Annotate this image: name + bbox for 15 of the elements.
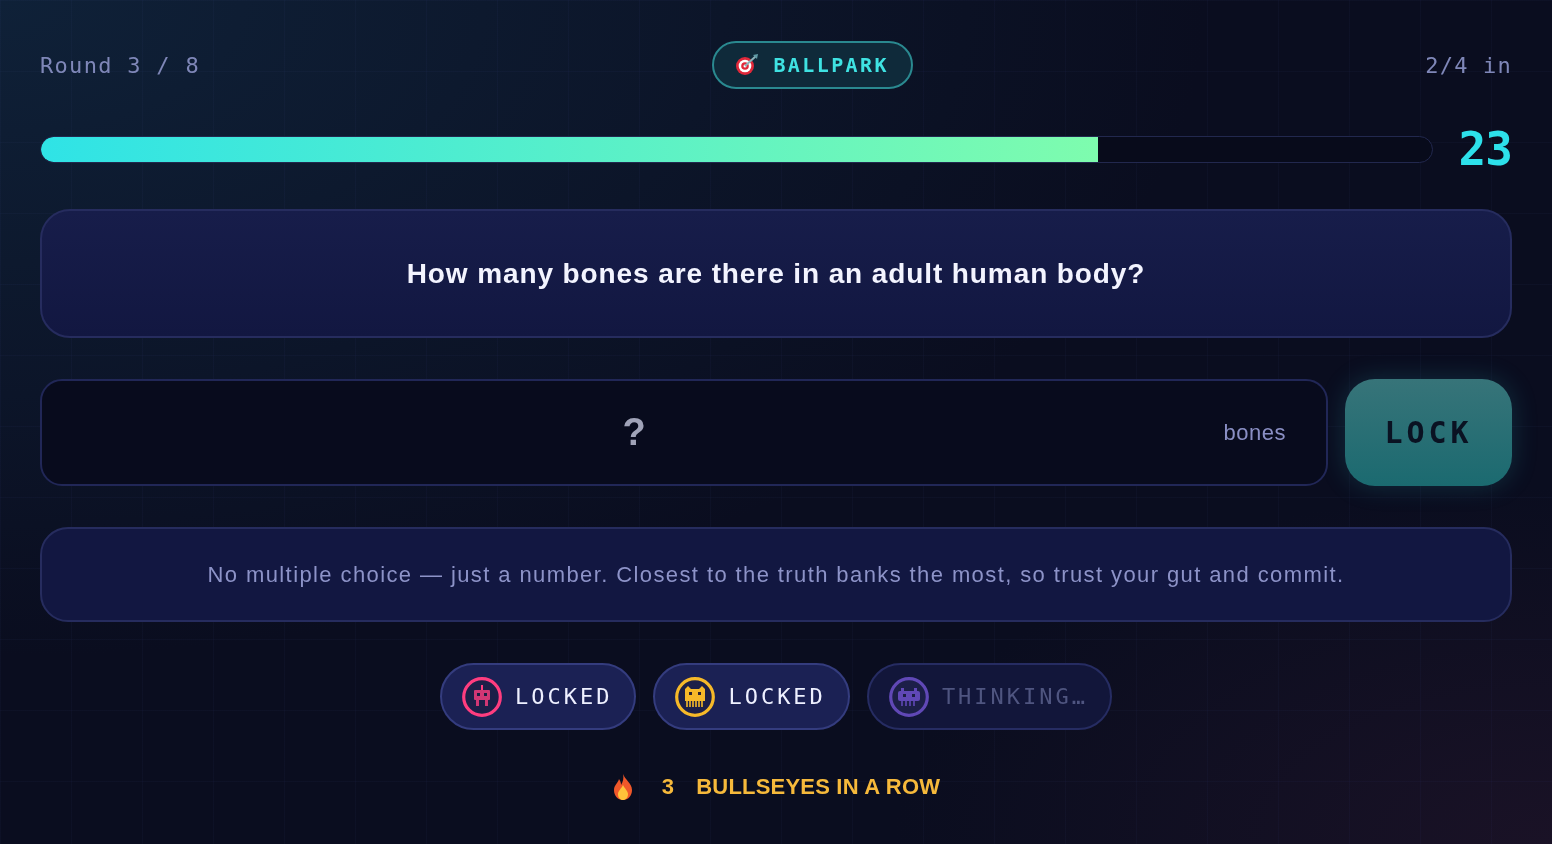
flame-icon <box>611 774 634 800</box>
status-text: THINKING… <box>941 684 1089 709</box>
status-text: LOCKED <box>514 684 613 709</box>
streak-label: BULLSEYES IN A ROW <box>696 774 941 800</box>
lock-button[interactable]: LOCK <box>1345 379 1512 486</box>
unit-label: bones <box>1223 419 1286 446</box>
target-icon <box>735 53 760 77</box>
timer-count: 23 <box>1458 126 1512 172</box>
streak-count: 3 <box>661 774 675 800</box>
question-text: How many bones are there in an adult human body? <box>406 257 1146 290</box>
round-counter: Round 3 / 8 <box>40 52 200 78</box>
answered-counter: 2/4 in <box>1425 52 1512 78</box>
status-text: LOCKED <box>728 684 826 709</box>
hint-text: No multiple choice — just a number. Closest to the truth banks the most, so trust your gut and commit. <box>207 561 1345 588</box>
mode-label: BALLPARK <box>773 53 889 77</box>
